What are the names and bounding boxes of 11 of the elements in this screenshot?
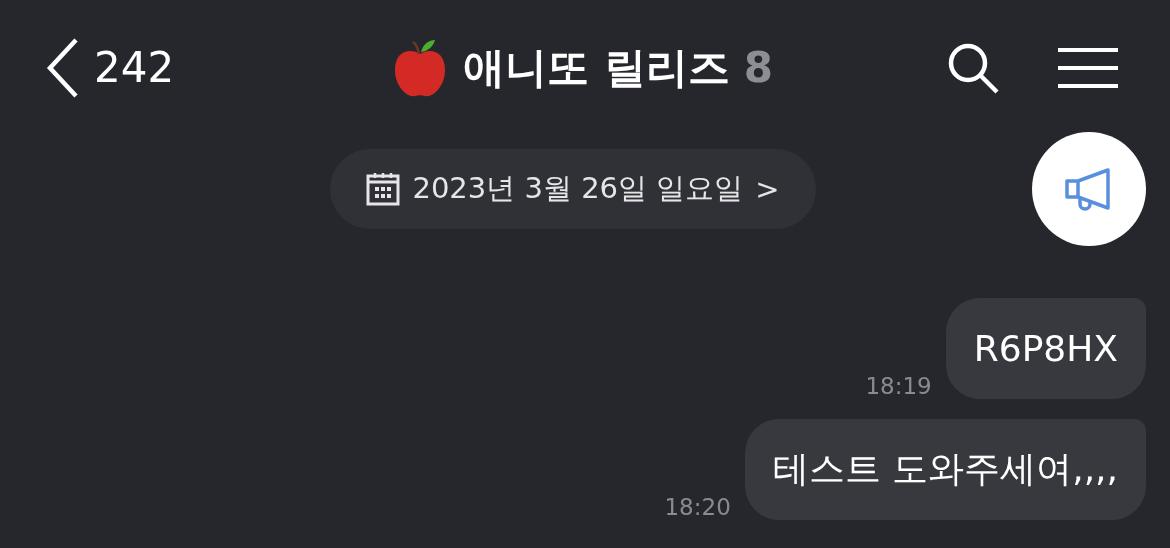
calendar-icon <box>366 172 401 206</box>
back-icon <box>46 36 80 99</box>
message-bubble: 테스트 도와주세여,,,, <box>744 419 1146 520</box>
menu-icon[interactable] <box>1058 46 1118 89</box>
message-bubble: R6P8HX <box>945 298 1146 399</box>
date-divider[interactable]: 2023년 3월 26일 일요일 > <box>330 149 816 229</box>
back-button[interactable]: 242 <box>46 36 175 99</box>
message-time: 18:20 <box>664 494 731 520</box>
message-time: 18:19 <box>865 373 932 399</box>
member-count: 8 <box>743 43 773 92</box>
chat-title: 애니또 릴리즈 <box>463 41 730 94</box>
